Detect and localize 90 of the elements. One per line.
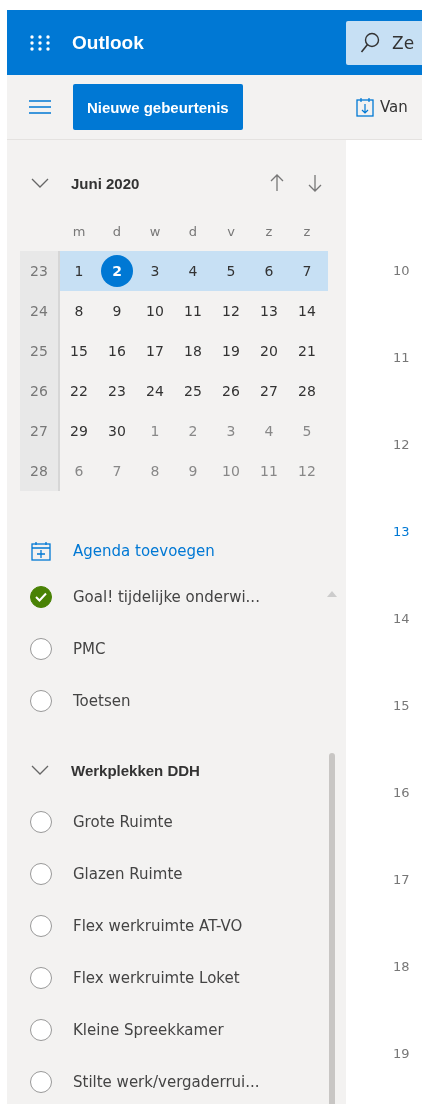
hour-label: 13 [393,524,410,539]
day-number[interactable]: 19 [222,343,240,359]
chevron-icon[interactable] [31,178,49,188]
weekday-label: v [226,222,236,241]
calendar-checkbox[interactable] [30,638,52,660]
week-number: 28 [20,451,60,491]
day-number[interactable]: 24 [146,383,164,399]
hour-label: 18 [393,959,410,974]
day-number[interactable]: 9 [112,303,122,319]
calendar-checkbox[interactable] [30,863,52,885]
search-field[interactable]: Ze [346,20,422,65]
day-number[interactable]: 26 [222,383,240,399]
week-number: 26 [20,371,60,411]
calendar-checkbox[interactable] [30,915,52,937]
hour-label: 16 [393,785,410,800]
group-title[interactable]: Werkplekken DDH [71,761,200,779]
calendar-name[interactable]: Stilte werk/vergaderrui... [73,1073,260,1091]
calendar-checkbox[interactable] [30,690,52,712]
day-number[interactable]: 11 [184,303,202,319]
day-number[interactable]: 28 [298,383,316,399]
calendar-name[interactable]: Toetsen [73,692,131,710]
day-number[interactable]: 18 [184,343,202,359]
calendar-add-icon[interactable] [31,541,51,561]
day-number[interactable]: 21 [298,343,316,359]
day-number[interactable]: 7 [302,263,312,279]
day-number[interactable]: 16 [108,343,126,359]
day-number[interactable]: 29 [70,423,88,439]
calendar-icon[interactable] [356,97,374,117]
add-calendar-link[interactable]: Agenda toevoegen [73,542,215,560]
calendar-name[interactable]: Glazen Ruimte [73,865,183,883]
weekday-label: z [302,222,312,241]
up-arrow-icon[interactable] [270,174,284,192]
day-number[interactable]: 5 [226,263,236,279]
day-number[interactable]: 23 [108,383,126,399]
chevron-icon[interactable] [31,765,49,775]
hour-label: 15 [393,698,410,713]
hour-label: 11 [393,350,410,365]
day-number[interactable]: 1 [74,263,84,279]
day-number[interactable]: 4 [188,263,198,279]
weekday-label: w [148,222,162,241]
checkmark-icon [35,592,47,602]
day-number[interactable]: 17 [146,343,164,359]
calendar-checkbox[interactable] [30,1019,52,1041]
day-number[interactable]: 13 [260,303,278,319]
day-number[interactable]: 12 [222,303,240,319]
day-number[interactable]: 25 [184,383,202,399]
menu-icon[interactable] [29,100,51,114]
weekday-label: m [71,222,87,241]
scroll-up-icon[interactable] [327,591,337,597]
scrollbar[interactable] [329,753,335,1104]
day-number[interactable]: 22 [70,383,88,399]
month-title[interactable]: Juni 2020 [71,174,140,192]
weekday-label: d [111,222,123,241]
week-number: 25 [20,331,60,371]
down-arrow-icon[interactable] [308,174,322,192]
week-number: 24 [20,291,60,331]
day-number[interactable]: 20 [260,343,278,359]
new-event-button[interactable]: Nieuwe gebeurtenis [73,84,243,130]
calendar-checkbox[interactable] [30,811,52,833]
calendar-name[interactable]: Kleine Spreekkamer [73,1021,224,1039]
weekday-label: d [187,222,199,241]
hour-label: 17 [393,872,410,887]
calendar-name[interactable]: PMC [73,640,106,658]
day-number[interactable]: 8 [74,303,84,319]
day-number[interactable]: 30 [108,423,126,439]
app-launcher-icon[interactable] [30,34,50,51]
app-name[interactable]: Outlook [72,31,144,54]
weekday-label: z [264,222,274,241]
hour-label: 14 [393,611,410,626]
hour-label: 19 [393,1046,410,1061]
week-number: 23 [20,251,60,291]
calendar-checkbox[interactable] [30,1071,52,1093]
hour-label: 10 [393,263,410,278]
day-number[interactable]: 27 [260,383,278,399]
day-number[interactable]: 6 [264,263,274,279]
view-label[interactable]: Van [380,98,408,116]
calendar-checkbox[interactable] [30,967,52,989]
search-icon [360,31,380,54]
day-number[interactable]: 2 [101,255,133,287]
day-number[interactable]: 15 [70,343,88,359]
calendar-name[interactable]: Grote Ruimte [73,813,173,831]
day-number[interactable]: 14 [298,303,316,319]
hour-label: 12 [393,437,410,452]
day-number[interactable]: 3 [150,263,160,279]
week-number: 27 [20,411,60,451]
calendar-name[interactable]: Goal! tijdelijke onderwi... [73,588,260,606]
calendar-name[interactable]: Flex werkruimte AT-VO [73,917,243,935]
day-number[interactable]: 10 [146,303,164,319]
calendar-checkbox[interactable] [30,586,52,608]
calendar-name[interactable]: Flex werkruimte Loket [73,969,240,987]
